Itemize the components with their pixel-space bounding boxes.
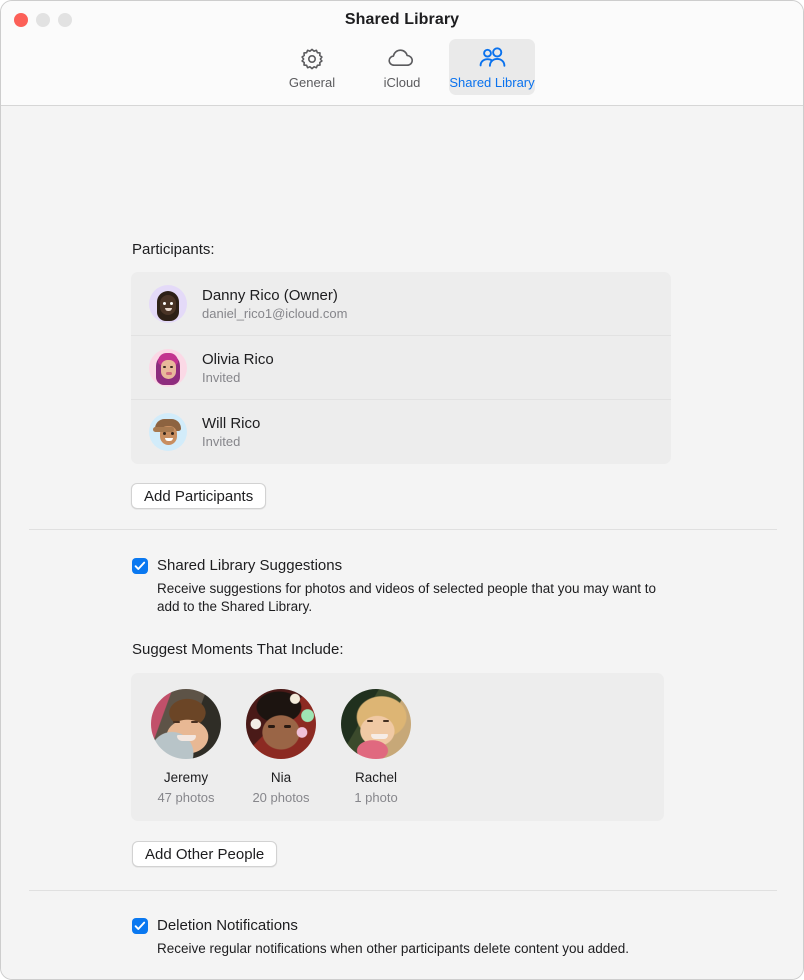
photo-jeremy [151, 689, 221, 759]
preferences-content: Participants: Danny Rico (Owner) daniel_… [1, 106, 803, 979]
participant-name: Olivia Rico [202, 350, 274, 368]
window-titlebar: Shared Library General iCloud Shared Lib… [1, 1, 803, 106]
photo-nia [246, 689, 316, 759]
people-icon [477, 45, 507, 72]
deletion-notifications-block: Deletion Notifications Receive regular n… [132, 916, 662, 958]
person-photo-count: 20 photos [252, 790, 310, 805]
divider-1 [29, 529, 777, 530]
divider-2 [29, 890, 777, 891]
suggested-person[interactable]: Nia 20 photos [240, 689, 322, 821]
add-other-people-button[interactable]: Add Other People [132, 841, 278, 867]
participant-name: Danny Rico (Owner) [202, 286, 338, 304]
suggested-people-list: Jeremy 47 photos Nia 20 photos Rachel 1 … [131, 673, 664, 821]
shared-library-suggestions-block: Shared Library Suggestions Receive sugge… [132, 556, 677, 616]
participant-name: Will Rico [202, 415, 261, 432]
tab-icloud-label: iCloud [383, 75, 421, 90]
suggested-person[interactable]: Rachel 1 photo [335, 689, 417, 821]
person-photo-count: 47 photos [157, 790, 215, 805]
person-name: Jeremy [163, 770, 209, 785]
tab-general-label: General [288, 75, 336, 90]
shared-library-suggestions-description: Receive suggestions for photos and video… [157, 581, 657, 614]
person-name: Nia [270, 770, 292, 785]
participant-status: daniel_rico1@icloud.com [202, 305, 348, 321]
preferences-window: Shared Library General iCloud Shared Lib… [0, 0, 804, 980]
shared-library-suggestions-checkbox[interactable] [132, 558, 148, 574]
participants-label: Participants: [132, 241, 215, 258]
deletion-notifications-label: Deletion Notifications [157, 917, 298, 934]
participant-row[interactable]: Danny Rico (Owner) daniel_rico1@icloud.c… [131, 272, 671, 336]
suggest-moments-label: Suggest Moments That Include: [132, 641, 344, 658]
tab-shared-library[interactable]: Shared Library [449, 39, 535, 95]
participant-row[interactable]: Will Rico Invited [131, 400, 671, 464]
participant-status: Invited [202, 434, 241, 449]
participant-row[interactable]: Olivia Rico Invited [131, 336, 671, 400]
gear-icon [299, 45, 325, 72]
add-participants-button[interactable]: Add Participants [131, 483, 267, 509]
tab-shared-library-label: Shared Library [449, 75, 535, 90]
person-photo-count: 1 photo [354, 790, 398, 805]
cloud-icon [387, 45, 417, 72]
avatar-olivia [149, 348, 187, 387]
tab-general[interactable]: General [269, 39, 355, 95]
shared-library-suggestions-label: Shared Library Suggestions [157, 557, 343, 574]
participant-status: Invited [202, 369, 241, 385]
page-title: Shared Library [344, 11, 460, 28]
tab-icloud[interactable]: iCloud [359, 39, 445, 95]
person-name: Rachel [354, 770, 398, 785]
avatar-will [149, 413, 187, 451]
suggested-person[interactable]: Jeremy 47 photos [145, 689, 227, 821]
avatar-danny [149, 284, 187, 323]
participants-list: Danny Rico (Owner) daniel_rico1@icloud.c… [131, 272, 671, 464]
preferences-toolbar: General iCloud Shared Library [1, 39, 803, 95]
deletion-notifications-description: Receive regular notifications when other… [157, 941, 630, 956]
deletion-notifications-checkbox[interactable] [132, 918, 148, 934]
photo-rachel [341, 689, 411, 759]
